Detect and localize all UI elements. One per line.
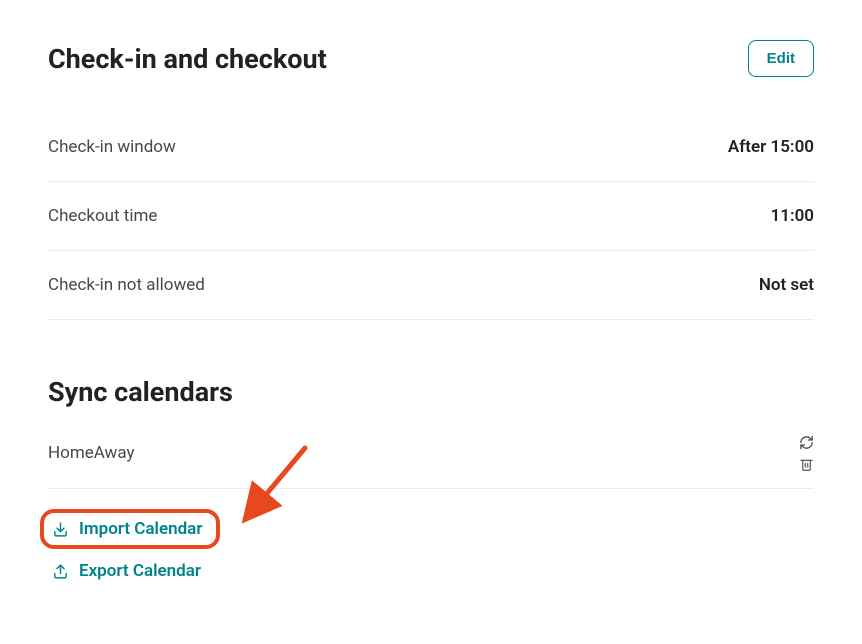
sync-provider-name: HomeAway (48, 443, 135, 463)
export-calendar-label: Export Calendar (79, 561, 201, 581)
sync-provider-row: HomeAway (48, 426, 814, 489)
checkin-section-title: Check-in and checkout (48, 43, 327, 75)
export-calendar-link[interactable]: Export Calendar (42, 555, 814, 587)
import-calendar-label: Import Calendar (79, 519, 202, 539)
edit-button[interactable]: Edit (748, 40, 814, 77)
checkout-time-label: Checkout time (48, 206, 157, 226)
checkin-not-allowed-value: Not set (759, 275, 814, 295)
checkin-window-label: Check-in window (48, 137, 176, 157)
checkout-time-value: 11:00 (771, 206, 814, 226)
sync-section-title: Sync calendars (48, 376, 814, 408)
checkin-section-header: Check-in and checkout Edit (48, 40, 814, 77)
import-calendar-link[interactable]: Import Calendar (46, 515, 208, 543)
import-icon (52, 521, 69, 538)
checkout-time-row: Checkout time 11:00 (48, 182, 814, 251)
checkin-not-allowed-row: Check-in not allowed Not set (48, 251, 814, 320)
checkin-window-value: After 15:00 (728, 137, 814, 157)
checkin-not-allowed-label: Check-in not allowed (48, 275, 205, 295)
trash-icon[interactable] (798, 456, 814, 472)
sync-provider-actions (798, 434, 814, 472)
checkin-window-row: Check-in window After 15:00 (48, 113, 814, 182)
refresh-icon[interactable] (798, 434, 814, 450)
export-icon (52, 563, 69, 580)
sync-section: Sync calendars HomeAway (48, 376, 814, 587)
import-calendar-highlight: Import Calendar (40, 509, 220, 549)
